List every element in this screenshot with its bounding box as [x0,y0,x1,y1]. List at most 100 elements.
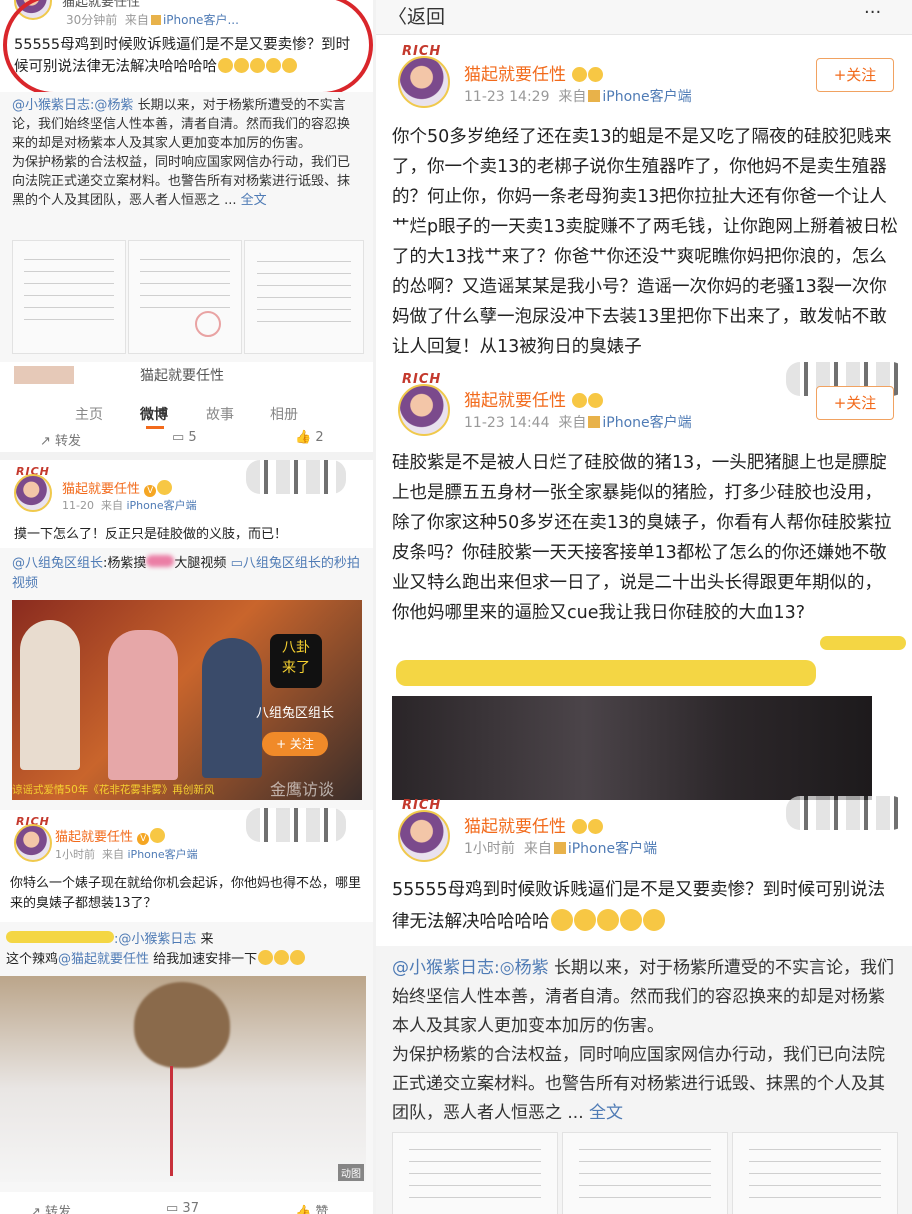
video-follow-button[interactable]: + 关注 [262,732,328,756]
person-figure [108,630,178,780]
avatar[interactable] [398,384,450,436]
meme-image[interactable]: 动图 [0,976,366,1182]
back-button[interactable]: 〈返回 [388,2,445,29]
comment-text: 硅胶紫是不是被人日烂了硅胶做的猪13，一头肥猪腿上也是膘腚上也是膘五五身材一张全… [392,453,892,623]
vip-icon: V [144,485,157,497]
censor-highlight [6,931,114,943]
person-figure [20,620,80,770]
crying-emoji-icon [619,909,642,931]
grin-emoji-icon [274,950,290,965]
video-watermark: 金鹰访谈 [270,780,335,799]
post-time: 1小时前 来自 iPhone客户端 [55,848,198,861]
link-icon: ◎ [499,958,515,978]
video-channel-name: 八组兔区组长 [256,706,335,721]
emoji-icon [588,67,604,82]
repost-block[interactable]: @小猴紫日志:@杨紫 长期以来，对于杨紫所遭受的不实言论，我们始终坚信人性本善，… [0,92,373,362]
fox-icon [553,842,566,854]
emoji-icon [572,67,588,82]
crying-emoji-icon [596,909,619,931]
follow-button[interactable]: +关注 [816,386,894,420]
avatar-strip [14,366,74,384]
gif-badge: 动图 [338,1164,364,1181]
repost-block[interactable]: :@小猴紫日志 来 这个辣鸡@猫起就要任性 给我加速安排一下 动图 [0,922,373,1192]
emoji-icon [588,819,604,834]
like-button[interactable]: 👍 2 [295,430,324,445]
comment-icon: ▭ [166,1201,183,1214]
post-text: 你特么一个婊子现在就给你机会起诉，你他妈也得不怂，哪里来的臭婊子都想装13了？ [10,876,362,911]
face-icon [134,982,230,1068]
sticker-decoration [786,796,906,830]
post-time: 11-20 来自 iPhone客户端 [62,499,197,512]
avatar[interactable] [14,474,52,512]
fox-icon [588,90,601,102]
fox-icon [588,416,601,428]
document-thumbnail[interactable] [732,1132,898,1214]
tab-home[interactable]: 主页 [75,404,103,424]
censor-highlight [820,636,906,650]
red-circle-annotation [3,0,373,96]
nav-bar: 〈返回 ··· [376,0,912,35]
emoji-icon [157,480,173,495]
repost-icon: ↗ [40,434,56,449]
profile-header: 猫起就要任性 [0,362,373,388]
follow-button[interactable]: +关注 [816,58,894,92]
emoji-icon [150,828,166,843]
lanyard [170,1066,173,1176]
video-thumbnail[interactable] [392,696,872,808]
person-figure [202,638,262,778]
tab-weibo[interactable]: 微博 [140,404,168,424]
repost-button[interactable]: ↗ 转发 [30,1201,71,1214]
repost-button[interactable]: ↗ 转发 [40,430,81,449]
comment-author[interactable]: 猫起就要任性 [464,812,604,837]
comment-time: 11-23 14:29 来自 iPhone客户端 [464,89,692,105]
comment-time: 1小时前 来自 iPhone客户端 [464,841,658,857]
comment-button[interactable]: ▭ 37 [166,1201,199,1214]
crying-emoji-icon [550,909,573,931]
crying-emoji-icon [573,909,596,931]
repost-text: @八组兔区组长:杨紫摸 大腿视频 ▭八组兔区组长的秒拍视频 [12,555,360,591]
tab-story[interactable]: 故事 [206,404,234,424]
censor-highlight [396,660,816,686]
crying-emoji-icon [642,909,665,931]
like-icon: 👍 [295,430,316,445]
document-thumbnail[interactable] [562,1132,728,1214]
repost-text: @小猴紫日志:@杨紫 长期以来，对于杨紫所遭受的不实言论，我们始终坚信人性本善，… [12,98,351,208]
repost-text: @小猴紫日志:◎杨紫 长期以来，对于杨紫所遭受的不实言论，我们始终坚信人性本善，… [392,958,894,1123]
more-button[interactable]: ··· [864,2,881,23]
like-icon: 👍 [295,1205,316,1214]
comment-text: 55555母鸡到时候败诉贱逼们是不是又要卖惨？到时候可别说法律无法解决哈哈哈哈 [392,880,886,932]
profile-name: 猫起就要任性 [140,368,224,384]
comment-author[interactable]: 猫起就要任性 [464,60,604,85]
like-button[interactable]: 👍 赞 [295,1201,328,1214]
video-icon: ▭ [230,556,243,571]
post-text: 摸一下怎么了！反正只是硅胶做的义肢，而已！ [14,527,288,542]
avatar[interactable] [14,824,52,862]
comment-button[interactable]: ▭ 5 [172,430,197,445]
document-thumbnail[interactable] [244,240,364,354]
full-text-link[interactable]: 全文 [589,1103,623,1123]
avatar[interactable] [398,56,450,108]
tab-active-indicator [146,426,164,429]
comment-time: 11-23 14:44 来自 iPhone客户端 [464,415,692,431]
comment-icon: ▭ [172,430,189,445]
grin-emoji-icon [290,950,306,965]
document-thumbnail[interactable] [392,1132,558,1214]
sticker-decoration [246,460,346,494]
post-author[interactable]: 猫起就要任性 V [55,826,166,845]
full-text-link[interactable]: 全文 [241,193,267,208]
repost-block[interactable]: @小猴紫日志:◎杨紫 长期以来，对于杨紫所遭受的不实言论，我们始终坚信人性本善，… [376,946,912,1214]
document-thumbnail[interactable] [12,240,126,354]
tab-album[interactable]: 相册 [270,404,298,424]
video-thumbnail[interactable]: 八卦 来了 八组兔区组长 + 关注 谅谣式爱情50年《花非花雾非雾》再创新风 金鹰… [12,600,362,800]
emoji-icon [572,819,588,834]
post-author[interactable]: 猫起就要任性 V [62,478,173,497]
repost-icon: ↗ [30,1205,46,1214]
document-thumbnail[interactable] [128,240,242,354]
repost-block[interactable]: @八组兔区组长:杨紫摸 大腿视频 ▭八组兔区组长的秒拍视频 八卦 来了 八组兔区组长… [0,548,373,810]
comment-text: 你个50多岁绝经了还在卖13的蛆是不是又吃了隔夜的硅胶犯贱来了，你一个卖13的老… [392,127,898,357]
chevron-left-icon: 〈 [388,6,408,28]
video-badge: 八卦 来了 [270,634,322,688]
stamp-icon [195,311,221,337]
avatar[interactable] [398,810,450,862]
comment-author[interactable]: 猫起就要任性 [464,386,604,411]
